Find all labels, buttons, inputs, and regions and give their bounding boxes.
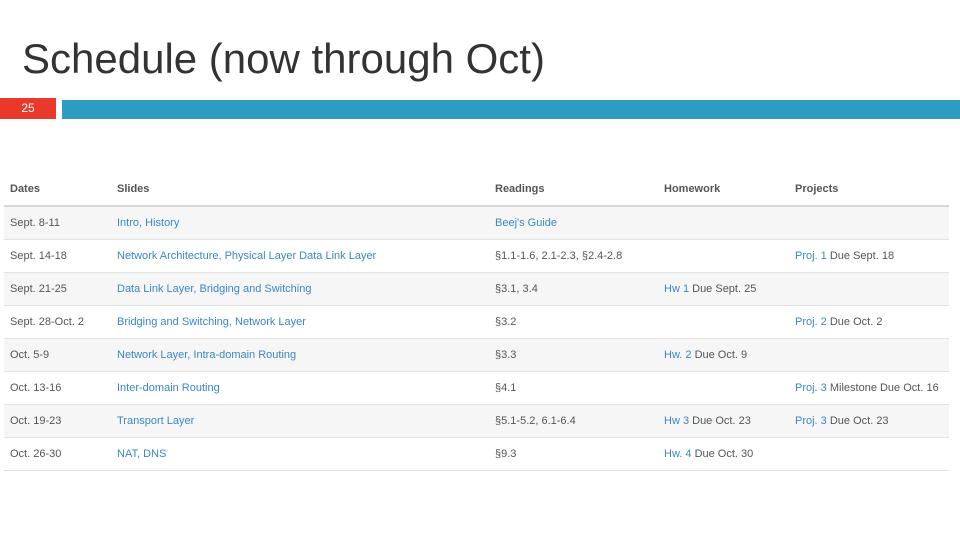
- cell-slides: Transport Layer: [111, 404, 489, 438]
- slides-link[interactable]: Network Layer, Intra-domain Routing: [117, 349, 296, 361]
- slides-link[interactable]: Bridging and Switching, Network Layer: [117, 316, 306, 328]
- table-row: Oct. 13-16 Inter-domain Routing §4.1 Pro…: [4, 371, 949, 405]
- cell-homework: [658, 206, 789, 240]
- cell-dates: Oct. 19-23: [4, 404, 111, 438]
- cell-homework: [658, 305, 789, 339]
- homework-link[interactable]: Hw 1: [664, 283, 689, 295]
- table-row: Oct. 19-23 Transport Layer §5.1-5.2, 6.1…: [4, 404, 949, 438]
- project-link[interactable]: Proj. 3: [795, 382, 827, 394]
- cell-dates: Sept. 21-25: [4, 272, 111, 306]
- readings-link[interactable]: Beej's Guide: [495, 217, 557, 229]
- homework-due: Due Sept. 25: [689, 283, 757, 295]
- cell-slides: NAT, DNS: [111, 437, 489, 471]
- cell-dates: Oct. 26-30: [4, 437, 111, 471]
- page-number-badge: 25: [0, 98, 56, 119]
- cell-readings: §5.1-5.2, 6.1-6.4: [489, 404, 658, 438]
- cell-slides: Bridging and Switching, Network Layer: [111, 305, 489, 339]
- table-header-row: Dates Slides Readings Homework Projects: [4, 172, 949, 207]
- cell-homework: Hw 3 Due Oct. 23: [658, 404, 789, 438]
- homework-due: Due Oct. 30: [691, 448, 754, 460]
- schedule-table: Dates Slides Readings Homework Projects …: [4, 172, 949, 471]
- header-dates: Dates: [4, 172, 111, 207]
- project-due: Due Sept. 18: [826, 250, 895, 262]
- cell-homework: [658, 371, 789, 405]
- header-projects: Projects: [789, 172, 949, 207]
- slides-link[interactable]: Inter-domain Routing: [117, 382, 220, 394]
- cell-slides: Inter-domain Routing: [111, 371, 489, 405]
- project-due: Due Oct. 2: [826, 316, 883, 328]
- cell-readings: Beej's Guide: [489, 206, 658, 240]
- cell-homework: Hw 1 Due Sept. 25: [658, 272, 789, 306]
- cell-projects: Proj. 3 Milestone Due Oct. 16: [789, 371, 949, 405]
- project-due: Due Oct. 23: [826, 415, 889, 427]
- table-row: Sept. 21-25 Data Link Layer, Bridging an…: [4, 272, 949, 306]
- cell-slides: Intro, History: [111, 206, 489, 240]
- homework-due: Due Oct. 9: [691, 349, 748, 361]
- cell-dates: Sept. 14-18: [4, 239, 111, 273]
- homework-link[interactable]: Hw. 2: [664, 349, 692, 361]
- table-row: Sept. 14-18 Network Architecture, Physic…: [4, 239, 949, 273]
- accent-bar: [62, 100, 960, 119]
- cell-slides: Data Link Layer, Bridging and Switching: [111, 272, 489, 306]
- table-row: Oct. 26-30 NAT, DNS §9.3 Hw. 4 Due Oct. …: [4, 437, 949, 471]
- table-row: Oct. 5-9 Network Layer, Intra-domain Rou…: [4, 338, 949, 372]
- slides-link[interactable]: NAT, DNS: [117, 448, 166, 460]
- cell-readings: §4.1: [489, 371, 658, 405]
- slides-link[interactable]: Transport Layer: [117, 415, 194, 427]
- cell-readings: §3.3: [489, 338, 658, 372]
- slides-link[interactable]: Data Link Layer, Bridging and Switching: [117, 283, 311, 295]
- cell-projects: [789, 206, 949, 240]
- cell-dates: Sept. 8-11: [4, 206, 111, 240]
- cell-projects: Proj. 1 Due Sept. 18: [789, 239, 949, 273]
- cell-projects: Proj. 3 Due Oct. 23: [789, 404, 949, 438]
- project-link[interactable]: Proj. 2: [795, 316, 827, 328]
- cell-slides: Network Layer, Intra-domain Routing: [111, 338, 489, 372]
- slides-link[interactable]: Network Architecture, Physical Layer Dat…: [117, 250, 376, 262]
- header-slides: Slides: [111, 172, 489, 207]
- project-due: Milestone Due Oct. 16: [826, 382, 939, 394]
- cell-readings: §1.1-1.6, 2.1-2.3, §2.4-2.8: [489, 239, 658, 273]
- homework-link[interactable]: Hw. 4: [664, 448, 692, 460]
- cell-projects: [789, 272, 949, 306]
- homework-due: Due Oct. 23: [689, 415, 751, 427]
- cell-slides: Network Architecture, Physical Layer Dat…: [111, 239, 489, 273]
- homework-link[interactable]: Hw 3: [664, 415, 689, 427]
- cell-dates: Oct. 5-9: [4, 338, 111, 372]
- slide-title: Schedule (now through Oct): [22, 35, 545, 82]
- cell-dates: Oct. 13-16: [4, 371, 111, 405]
- cell-dates: Sept. 28-Oct. 2: [4, 305, 111, 339]
- header-homework: Homework: [658, 172, 789, 207]
- cell-projects: [789, 338, 949, 372]
- cell-readings: §9.3: [489, 437, 658, 471]
- project-link[interactable]: Proj. 3: [795, 415, 827, 427]
- cell-projects: [789, 437, 949, 471]
- project-link[interactable]: Proj. 1: [795, 250, 827, 262]
- header-readings: Readings: [489, 172, 658, 207]
- cell-homework: Hw. 4 Due Oct. 30: [658, 437, 789, 471]
- cell-readings: §3.1, 3.4: [489, 272, 658, 306]
- table-row: Sept. 28-Oct. 2 Bridging and Switching, …: [4, 305, 949, 339]
- cell-readings: §3.2: [489, 305, 658, 339]
- cell-homework: [658, 239, 789, 273]
- cell-homework: Hw. 2 Due Oct. 9: [658, 338, 789, 372]
- slides-link[interactable]: Intro, History: [117, 217, 179, 229]
- table-row: Sept. 8-11 Intro, History Beej's Guide: [4, 206, 949, 240]
- cell-projects: Proj. 2 Due Oct. 2: [789, 305, 949, 339]
